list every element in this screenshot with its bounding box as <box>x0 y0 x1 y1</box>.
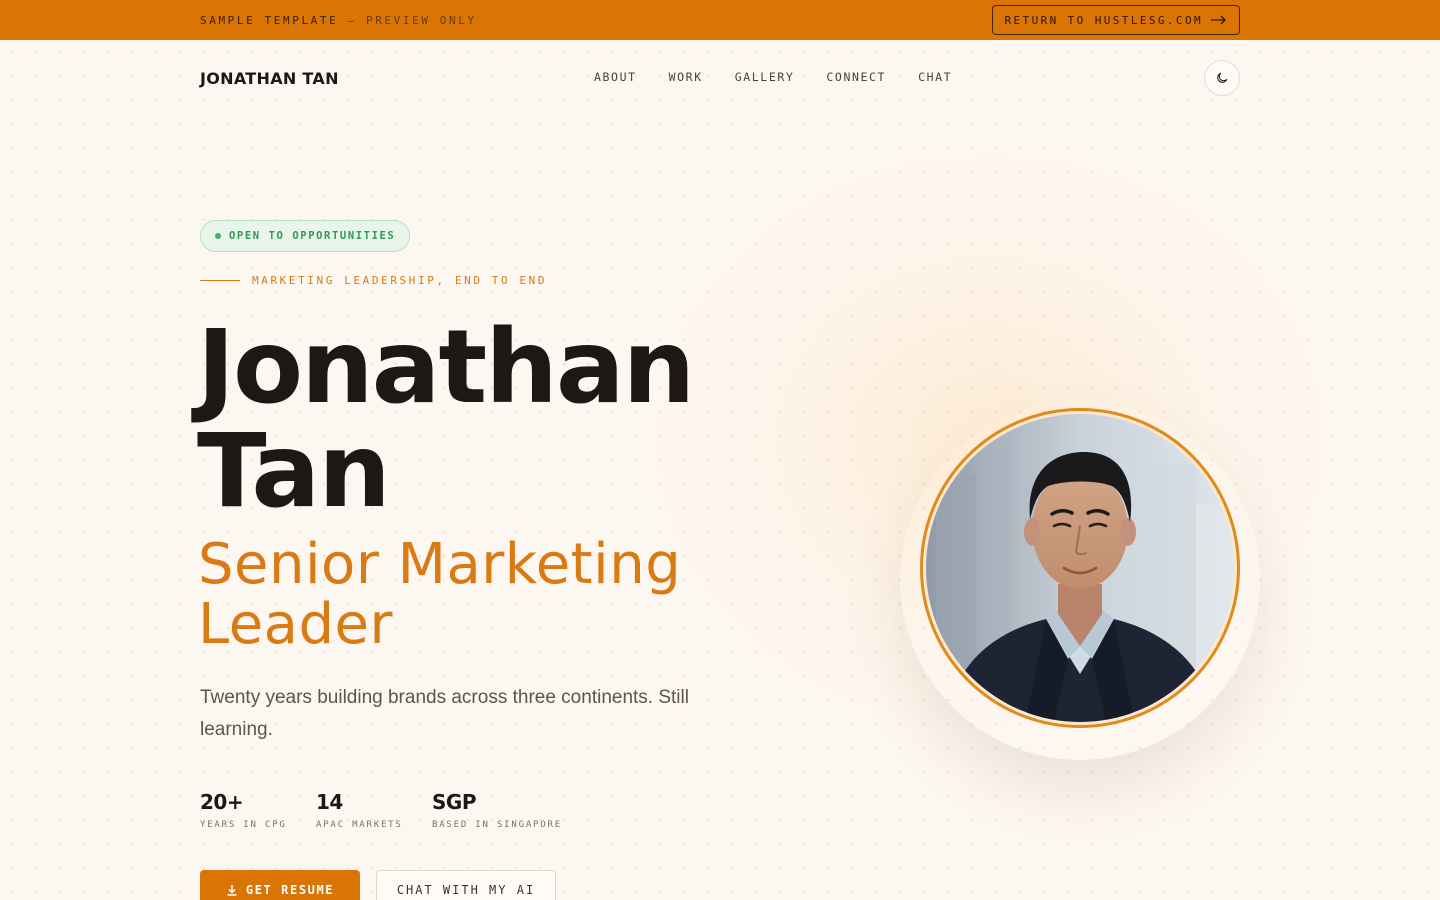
hero-stats: 20+ YEARS IN CPG 14 APAC MARKETS SGP BAS… <box>200 790 592 830</box>
profile-portrait <box>920 408 1240 728</box>
hero-tagline: Twenty years building brands across thre… <box>200 687 689 740</box>
moon-icon <box>1217 72 1228 83</box>
site-nav: JONATHAN TAN ABOUT WORK GALLERY CONNECT … <box>200 58 1240 98</box>
stat-value: 20+ <box>200 790 244 814</box>
hero-name-line1: Jonathan <box>197 308 695 427</box>
stat-label: BASED IN SINGAPORE <box>432 820 562 830</box>
stat-value: SGP <box>432 790 476 814</box>
hero-name: Jonathan Tan <box>197 308 695 531</box>
hero-role: Senior Marketing Leader <box>198 535 681 655</box>
stat-label: YEARS IN CPG <box>200 820 287 830</box>
hero-name-line2: Tan <box>197 412 391 531</box>
stat-item: SGP BASED IN SINGAPORE <box>432 790 592 830</box>
theme-toggle-button[interactable] <box>1204 60 1240 96</box>
get-resume-label: GET RESUME <box>245 883 335 897</box>
eyebrow-line <box>200 279 240 282</box>
chat-with-ai-label: CHAT WITH MY AI <box>396 883 536 897</box>
status-dot-icon <box>215 233 221 239</box>
nav-link-work[interactable]: WORK <box>669 70 703 84</box>
hero-eyebrow: MARKETING LEADERSHIP, END TO END <box>200 274 547 287</box>
hero-role-line1: Senior Marketing <box>198 532 682 597</box>
nav-link-connect[interactable]: CONNECT <box>826 70 886 84</box>
arrow-right-icon <box>1211 15 1226 25</box>
stat-label: APAC MARKETS <box>316 820 403 830</box>
hero-role-line2: Leader <box>198 592 394 657</box>
stat-item: 14 APAC MARKETS <box>316 790 432 830</box>
stat-item: 20+ YEARS IN CPG <box>200 790 316 830</box>
download-icon <box>227 885 237 896</box>
nav-link-about[interactable]: ABOUT <box>594 70 637 84</box>
chat-with-ai-button[interactable]: CHAT WITH MY AI <box>376 870 556 900</box>
portrait-image <box>926 414 1234 722</box>
banner-label: SAMPLE TEMPLATE <box>200 13 339 27</box>
portrait-illustration <box>926 414 1234 722</box>
nav-link-gallery[interactable]: GALLERY <box>735 70 795 84</box>
return-button-label: RETURN TO HUSTLESG.COM <box>1004 13 1203 27</box>
nav-link-chat[interactable]: CHAT <box>918 70 952 84</box>
banner-text: SAMPLE TEMPLATE — PREVIEW ONLY <box>200 14 477 27</box>
site-logo[interactable]: JONATHAN TAN <box>200 69 339 88</box>
preview-banner: SAMPLE TEMPLATE — PREVIEW ONLY RETURN TO… <box>0 0 1440 40</box>
stat-value: 14 <box>316 790 343 814</box>
get-resume-button[interactable]: GET RESUME <box>200 870 360 900</box>
status-badge: OPEN TO OPPORTUNITIES <box>200 220 411 252</box>
status-badge-label: OPEN TO OPPORTUNITIES <box>229 230 396 242</box>
banner-label-muted: — PREVIEW ONLY <box>338 13 477 27</box>
return-button[interactable]: RETURN TO HUSTLESG.COM <box>991 5 1240 35</box>
nav-links: ABOUT WORK GALLERY CONNECT CHAT <box>594 70 952 84</box>
eyebrow-text: MARKETING LEADERSHIP, END TO END <box>252 274 548 287</box>
